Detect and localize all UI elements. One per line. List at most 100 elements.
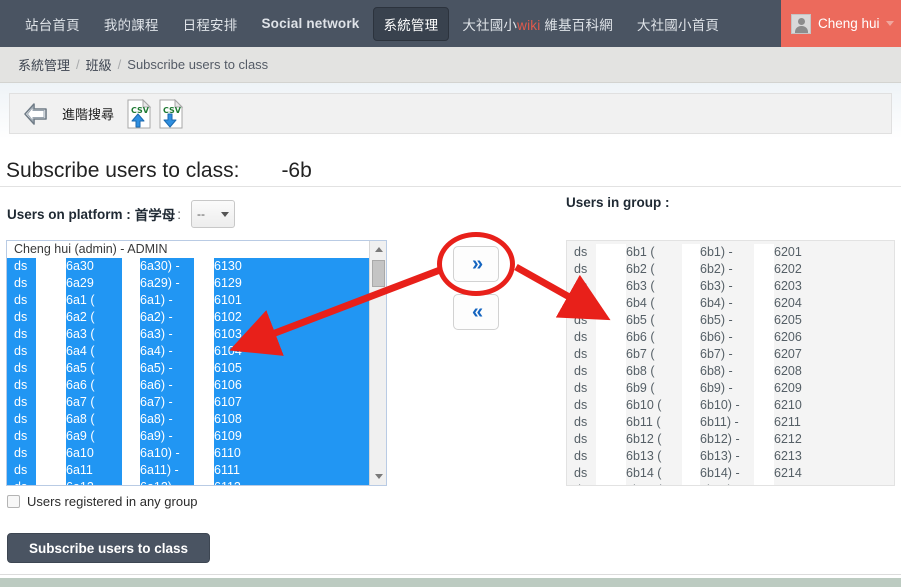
list-item[interactable]: ds 6b11 (6b11) - 6211 (567, 414, 894, 431)
right-user-list[interactable]: ds 6b1 (6b1) - 6201 ds 6b2 (6b2) - 6202 ds 6b3 … (566, 240, 895, 486)
list-item-id: 6104 (214, 344, 242, 358)
redacted-segment (682, 380, 700, 397)
list-item-id: 6209 (774, 381, 802, 395)
title-divider (0, 186, 901, 187)
list-item-id: 6212 (774, 432, 802, 446)
list-item-alias: 6b3) - (700, 279, 733, 293)
redacted-segment (682, 329, 700, 346)
list-item[interactable]: ds 6b2 (6b2) - 6202 (567, 261, 894, 278)
list-item[interactable]: ds 6b15 (6b15) - 6215 (567, 482, 894, 485)
list-item[interactable]: ds 6b9 (6b9) - 6209 (567, 380, 894, 397)
initial-letter-colon: : (177, 206, 182, 222)
breadcrumb-separator: / (76, 57, 80, 72)
nav-item-1[interactable]: 我的課程 (93, 7, 170, 41)
redacted-segment (682, 482, 700, 485)
redacted-segment (754, 329, 774, 346)
redacted-segment (122, 360, 140, 377)
list-item-name: 6b6 ( (626, 330, 655, 344)
left-user-list-rows: Cheng hui (admin) - ADMIN ds 6a30 6a30) -61… (7, 241, 386, 485)
user-menu[interactable]: Cheng hui (781, 0, 901, 47)
redacted-segment (122, 445, 140, 462)
list-item-alias: 6a10) - (140, 446, 180, 460)
any-group-checkbox[interactable] (7, 495, 20, 508)
csv-import-icon[interactable]: CSV (126, 98, 152, 129)
redacted-segment (122, 309, 140, 326)
breadcrumb-item-1[interactable]: 班級 (86, 55, 112, 74)
redacted-segment (596, 448, 626, 465)
list-item[interactable]: ds 6b6 (6b6) - 6206 (567, 329, 894, 346)
nav-item-3[interactable]: Social network (250, 9, 370, 38)
redacted-segment (754, 346, 774, 363)
list-item[interactable]: ds 6a8 (6a8) - 6108 (7, 411, 386, 428)
list-item-alias: 6b9) - (700, 381, 733, 395)
left-user-list[interactable]: Cheng hui (admin) - ADMIN ds 6a30 6a30) -61… (6, 240, 387, 486)
redacted-segment (36, 343, 66, 360)
redacted-segment (596, 261, 626, 278)
redacted-segment (754, 261, 774, 278)
redacted-segment (754, 363, 774, 380)
scroll-up-arrow-icon[interactable] (370, 241, 386, 258)
list-item[interactable]: ds 6a7 (6a7) - 6107 (7, 394, 386, 411)
redacted-segment (36, 309, 66, 326)
list-item-alias: 6b13) - (700, 449, 740, 463)
back-arrow-icon[interactable] (22, 101, 50, 127)
list-item[interactable]: ds 6a9 (6a9) - 6109 (7, 428, 386, 445)
scrollbar-thumb[interactable] (372, 260, 385, 287)
nav-item-4[interactable]: 系統管理 (372, 6, 450, 41)
csv-export-icon[interactable]: CSV (158, 98, 184, 129)
list-item-id: 6204 (774, 296, 802, 310)
nav-item-5[interactable]: 大社國小wiki 維基百科網 (451, 7, 624, 41)
list-item-alias: 6b1) - (700, 245, 733, 259)
list-item-ds: ds (14, 327, 28, 341)
list-item-ds: ds (14, 344, 28, 358)
list-item-ds: ds (14, 412, 28, 426)
transfer-to-right-button[interactable]: » (453, 246, 499, 282)
advanced-search-label[interactable]: 進階搜尋 (62, 104, 114, 123)
list-item-name: 6a10 (66, 446, 94, 460)
scroll-down-arrow-icon[interactable] (370, 468, 386, 485)
redacted-segment (36, 462, 66, 479)
list-item[interactable]: ds 6b7 (6b7) - 6207 (567, 346, 894, 363)
redacted-segment (682, 244, 700, 261)
transfer-to-left-button[interactable]: « (453, 294, 499, 330)
subscribe-users-button[interactable]: Subscribe users to class (7, 533, 210, 563)
list-item[interactable]: ds 6a11 6a11) - 6111 (7, 462, 386, 479)
list-item[interactable]: ds 6b3 (6b3) - 6203 (567, 278, 894, 295)
list-item[interactable]: ds 6a2 (6a2) - 6102 (7, 309, 386, 326)
list-item[interactable]: ds 6a29 6a29) - 6129 (7, 275, 386, 292)
list-item[interactable]: ds 6b12 (6b12) - 6212 (567, 431, 894, 448)
chevron-down-icon (885, 21, 894, 26)
list-item[interactable]: ds 6a12 6a12) - 6112 (7, 479, 386, 485)
list-item-name: 6a2 ( (66, 310, 95, 324)
nav-item-0[interactable]: 站台首頁 (14, 7, 91, 41)
list-item[interactable]: ds 6a1 (6a1) - 6101 (7, 292, 386, 309)
initial-letter-select[interactable]: -- (191, 200, 236, 228)
list-item-name: 6b15 ( (626, 482, 682, 485)
list-item-alias: 6a5) - (140, 361, 173, 375)
list-item[interactable]: ds 6a30 6a30) - 6130 (7, 258, 386, 275)
list-item[interactable]: ds 6b10 (6b10) - 6210 (567, 397, 894, 414)
list-item-id: 6210 (774, 398, 802, 412)
redacted-segment (754, 397, 774, 414)
list-item-alias: 6b10) - (700, 398, 740, 412)
list-item-ds: ds (14, 310, 28, 324)
nav-item-2[interactable]: 日程安排 (172, 7, 249, 41)
list-item[interactable]: ds 6a6 (6a6) - 6106 (7, 377, 386, 394)
list-item[interactable]: ds 6b8 (6b8) - 6208 (567, 363, 894, 380)
list-item[interactable]: ds 6a10 6a10) - 6110 (7, 445, 386, 462)
list-item[interactable]: ds 6b1 (6b1) - 6201 (567, 244, 894, 261)
list-item[interactable]: ds 6b13 (6b13) - 6213 (567, 448, 894, 465)
list-item[interactable]: ds 6a5 (6a5) - 6105 (7, 360, 386, 377)
list-item-admin[interactable]: Cheng hui (admin) - ADMIN (7, 241, 386, 258)
list-item-name: 6b5 ( (626, 313, 655, 327)
any-group-checkbox-row[interactable]: Users registered in any group (7, 494, 198, 509)
list-item[interactable]: ds 6b4 (6b4) - 6204 (567, 295, 894, 312)
breadcrumb-item-0[interactable]: 系統管理 (18, 55, 70, 74)
nav-item-6[interactable]: 大社國小首頁 (626, 7, 730, 41)
list-item[interactable]: ds 6b14 (6b14) - 6214 (567, 465, 894, 482)
list-item[interactable]: ds 6b5 (6b5) - 6205 (567, 312, 894, 329)
list-item-name: 6a30 (66, 259, 94, 273)
list-item[interactable]: ds 6a3 (6a3) - 6103 (7, 326, 386, 343)
list-item[interactable]: ds 6a4 (6a4) - 6104 (7, 343, 386, 360)
left-list-scrollbar[interactable] (369, 241, 386, 485)
